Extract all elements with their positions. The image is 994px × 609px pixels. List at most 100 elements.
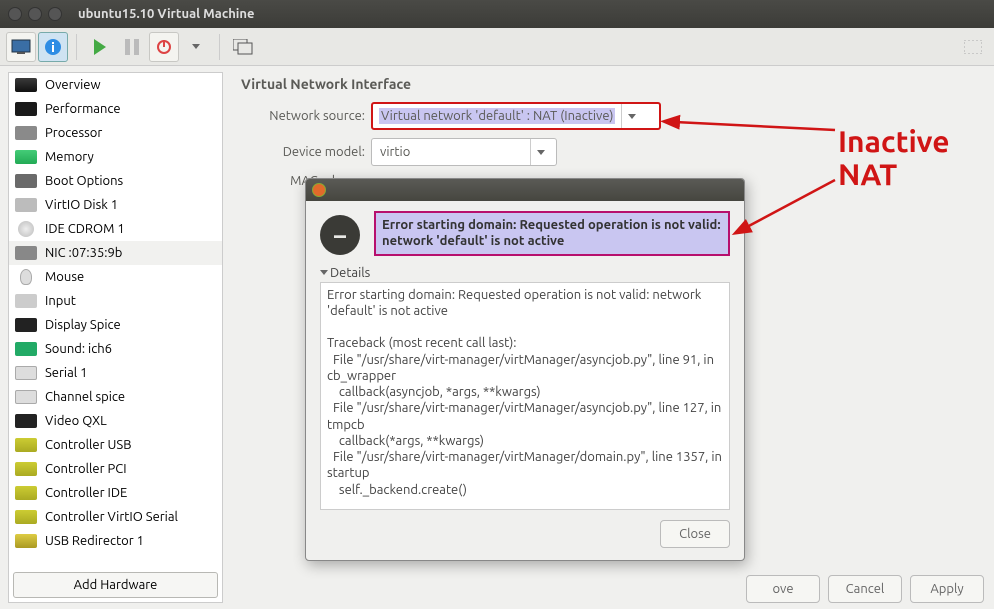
sidebar-item-controller-usb[interactable]: Controller USB <box>9 433 222 457</box>
dialog-titlebar[interactable] <box>306 179 744 201</box>
sidebar-item-label: Controller IDE <box>45 486 127 500</box>
device-icon <box>15 437 37 453</box>
shutdown-menu-button[interactable] <box>181 32 211 62</box>
sidebar-item-mouse[interactable]: Mouse <box>9 265 222 289</box>
sidebar-item-controller-virtio-serial[interactable]: Controller VirtIO Serial <box>9 505 222 529</box>
hardware-sidebar: Overview Performance Processor Memory Boot O… <box>8 72 223 603</box>
sidebar-item-ide-cdrom-1[interactable]: IDE CDROM 1 <box>9 217 222 241</box>
chevron-down-icon <box>537 150 545 155</box>
device-model-label: Device model: <box>241 145 371 159</box>
console-view-button[interactable] <box>6 32 36 62</box>
window-titlebar: ubuntu15.10 Virtual Machine <box>0 0 994 28</box>
sidebar-item-label: Input <box>45 294 76 308</box>
remove-button[interactable]: ove <box>746 575 820 603</box>
device-icon <box>15 125 37 141</box>
error-dialog: – Error starting domain: Requested opera… <box>305 178 745 561</box>
error-icon: – <box>320 215 360 255</box>
details-view-button[interactable] <box>38 32 68 62</box>
network-source-value: Virtual network 'default' : NAT (Inactiv… <box>379 108 615 124</box>
sidebar-item-label: Controller USB <box>45 438 131 452</box>
sidebar-item-label: USB Redirector 1 <box>45 534 144 548</box>
device-icon <box>15 77 37 93</box>
chevron-down-icon <box>628 114 636 119</box>
close-icon[interactable] <box>312 183 326 197</box>
device-icon <box>15 533 37 549</box>
toolbar <box>0 28 994 66</box>
sidebar-item-label: IDE CDROM 1 <box>45 222 125 236</box>
device-icon <box>15 293 37 309</box>
sidebar-item-label: Controller VirtIO Serial <box>45 510 178 524</box>
panel-title: Virtual Network Interface <box>241 76 980 92</box>
sidebar-item-label: Boot Options <box>45 174 123 188</box>
play-icon <box>94 39 106 55</box>
sidebar-item-usb-redirector-1[interactable]: USB Redirector 1 <box>9 529 222 553</box>
sidebar-item-label: Display Spice <box>45 318 121 332</box>
sidebar-item-label: Memory <box>45 150 94 164</box>
details-expander[interactable]: Details <box>320 266 730 280</box>
close-button[interactable]: Close <box>660 520 730 548</box>
device-icon <box>15 245 37 261</box>
sidebar-item-controller-pci[interactable]: Controller PCI <box>9 457 222 481</box>
details-label-text: Details <box>330 266 370 280</box>
device-icon <box>15 101 37 117</box>
add-hardware-button[interactable]: Add Hardware <box>13 572 218 598</box>
device-model-value: virtio <box>378 144 412 160</box>
sidebar-item-label: VirtIO Disk 1 <box>45 198 118 212</box>
shutdown-vm-button[interactable] <box>149 32 179 62</box>
chevron-down-icon <box>320 270 328 275</box>
sidebar-item-performance[interactable]: Performance <box>9 97 222 121</box>
sidebar-item-display-spice[interactable]: Display Spice <box>9 313 222 337</box>
device-icon <box>15 461 37 477</box>
annotation-text: Inactive NAT <box>838 125 950 191</box>
sidebar-item-video-qxl[interactable]: Video QXL <box>9 409 222 433</box>
cancel-button[interactable]: Cancel <box>828 575 902 603</box>
sidebar-item-serial-1[interactable]: Serial 1 <box>9 361 222 385</box>
sidebar-item-overview[interactable]: Overview <box>9 73 222 97</box>
sidebar-item-input[interactable]: Input <box>9 289 222 313</box>
run-vm-button[interactable] <box>85 32 115 62</box>
device-icon <box>15 173 37 189</box>
pause-vm-button[interactable] <box>117 32 147 62</box>
window-minimize-icon[interactable] <box>28 7 42 21</box>
network-source-combo[interactable]: Virtual network 'default' : NAT (Inactiv… <box>371 102 661 130</box>
chevron-down-icon <box>192 44 200 49</box>
device-icon <box>15 269 37 285</box>
sidebar-item-sound-ich6[interactable]: Sound: ich6 <box>9 337 222 361</box>
apply-button[interactable]: Apply <box>910 575 984 603</box>
device-icon <box>15 149 37 165</box>
sidebar-item-boot-options[interactable]: Boot Options <box>9 169 222 193</box>
sidebar-item-nic-07-35-9b[interactable]: NIC :07:35:9b <box>9 241 222 265</box>
sidebar-item-label: Controller PCI <box>45 462 127 476</box>
sidebar-item-label: Serial 1 <box>45 366 87 380</box>
device-icon <box>15 197 37 213</box>
sidebar-item-label: Performance <box>45 102 121 116</box>
sidebar-item-label: Processor <box>45 126 102 140</box>
device-icon <box>15 413 37 429</box>
device-model-combo[interactable]: virtio <box>371 138 557 166</box>
sidebar-item-channel-spice[interactable]: Channel spice <box>9 385 222 409</box>
device-icon <box>15 509 37 525</box>
sidebar-item-controller-ide[interactable]: Controller IDE <box>9 481 222 505</box>
network-source-label: Network source: <box>241 109 371 123</box>
device-icon <box>15 341 37 357</box>
device-icon <box>15 485 37 501</box>
snapshots-button[interactable] <box>228 32 258 62</box>
sidebar-item-memory[interactable]: Memory <box>9 145 222 169</box>
sidebar-item-virtio-disk-1[interactable]: VirtIO Disk 1 <box>9 193 222 217</box>
device-icon <box>15 365 37 381</box>
sidebar-item-label: NIC :07:35:9b <box>45 246 122 260</box>
sidebar-item-label: Overview <box>45 78 101 92</box>
device-icon <box>15 389 37 405</box>
sidebar-item-label: Video QXL <box>45 414 107 428</box>
window-close-icon[interactable] <box>8 7 22 21</box>
sidebar-item-label: Channel spice <box>45 390 125 404</box>
error-details-text: Error starting domain: Requested operati… <box>320 282 730 510</box>
window-maximize-icon[interactable] <box>48 7 62 21</box>
device-icon <box>15 221 37 237</box>
window-title: ubuntu15.10 Virtual Machine <box>78 7 255 21</box>
sidebar-item-processor[interactable]: Processor <box>9 121 222 145</box>
error-message: Error starting domain: Requested operati… <box>374 211 730 256</box>
fullscreen-button[interactable] <box>958 32 988 62</box>
device-icon <box>15 317 37 333</box>
sidebar-item-label: Sound: ich6 <box>45 342 112 356</box>
